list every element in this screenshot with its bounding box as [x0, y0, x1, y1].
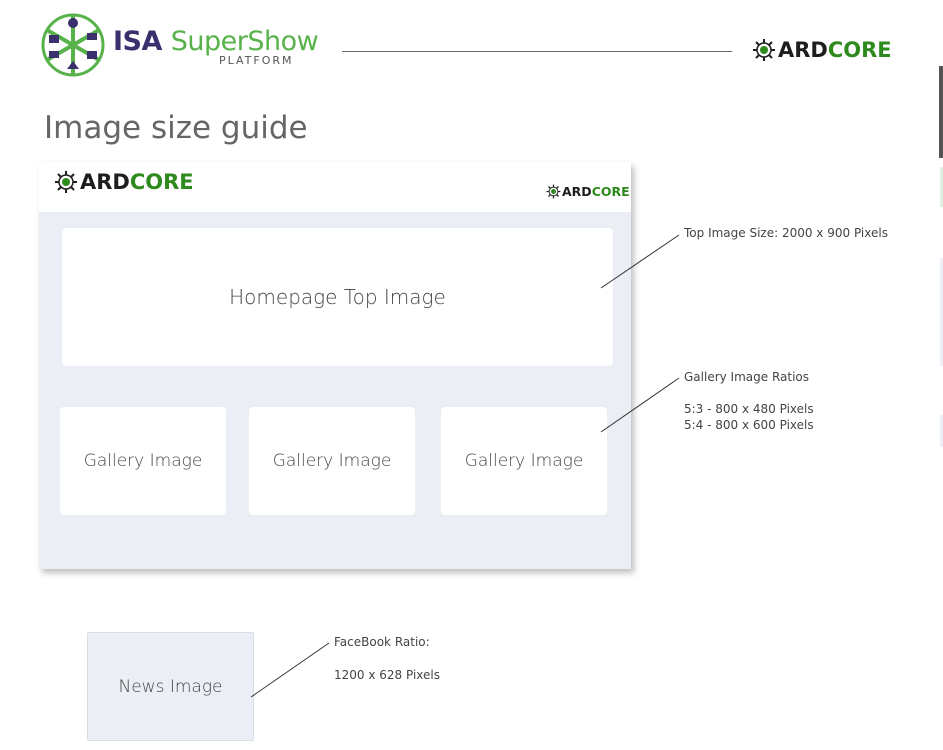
ardcore-ard-text: ARD	[80, 170, 130, 194]
ardcore-core-text: CORE	[827, 38, 892, 62]
ardcore-ard-text: ARD	[778, 38, 828, 62]
isa-supershow-title: ISA SuperShow	[113, 26, 319, 57]
ardcore-gear-icon	[546, 184, 561, 199]
facebook-ratio-size: 1200 x 628 Pixels	[334, 668, 440, 682]
supershow-text: SuperShow	[170, 26, 319, 57]
gallery-image-placeholder: Gallery Image	[249, 407, 415, 515]
gallery-ratio-5-3: 5:3 - 800 x 480 Pixels	[684, 402, 814, 416]
page-title: Image size guide	[44, 110, 308, 146]
gallery-image-placeholder: Gallery Image	[60, 407, 226, 515]
ardcore-gear-icon	[753, 39, 775, 61]
top-image-size-note: Top Image Size: 2000 x 900 Pixels	[684, 226, 888, 240]
ardcore-logo-header: ARD CORE	[752, 38, 892, 62]
ardcore-gear-icon	[55, 171, 77, 193]
news-image-placeholder: News Image	[87, 632, 254, 741]
news-connector	[250, 642, 330, 698]
scrollbar-fragment	[939, 66, 943, 158]
facebook-ratio-title: FaceBook Ratio:	[334, 635, 430, 649]
ardcore-core-text: CORE	[129, 170, 194, 194]
platform-text: PLATFORM	[219, 54, 294, 67]
ardcore-core-text: CORE	[591, 184, 630, 199]
mockup-ardcore-logo-small: ARD CORE	[546, 184, 630, 199]
isa-logo-icon	[41, 13, 105, 77]
gallery-ratios-title: Gallery Image Ratios	[684, 370, 810, 384]
mockup-ardcore-logo-large: ARD CORE	[54, 170, 194, 194]
header-divider	[342, 51, 732, 52]
gallery-ratio-5-4: 5:4 - 800 x 600 Pixels	[684, 418, 814, 432]
homepage-top-image-placeholder: Homepage Top Image	[62, 228, 613, 366]
isa-text: ISA	[113, 26, 162, 57]
ardcore-ard-text: ARD	[562, 184, 592, 199]
gallery-image-placeholder: Gallery Image	[441, 407, 607, 515]
